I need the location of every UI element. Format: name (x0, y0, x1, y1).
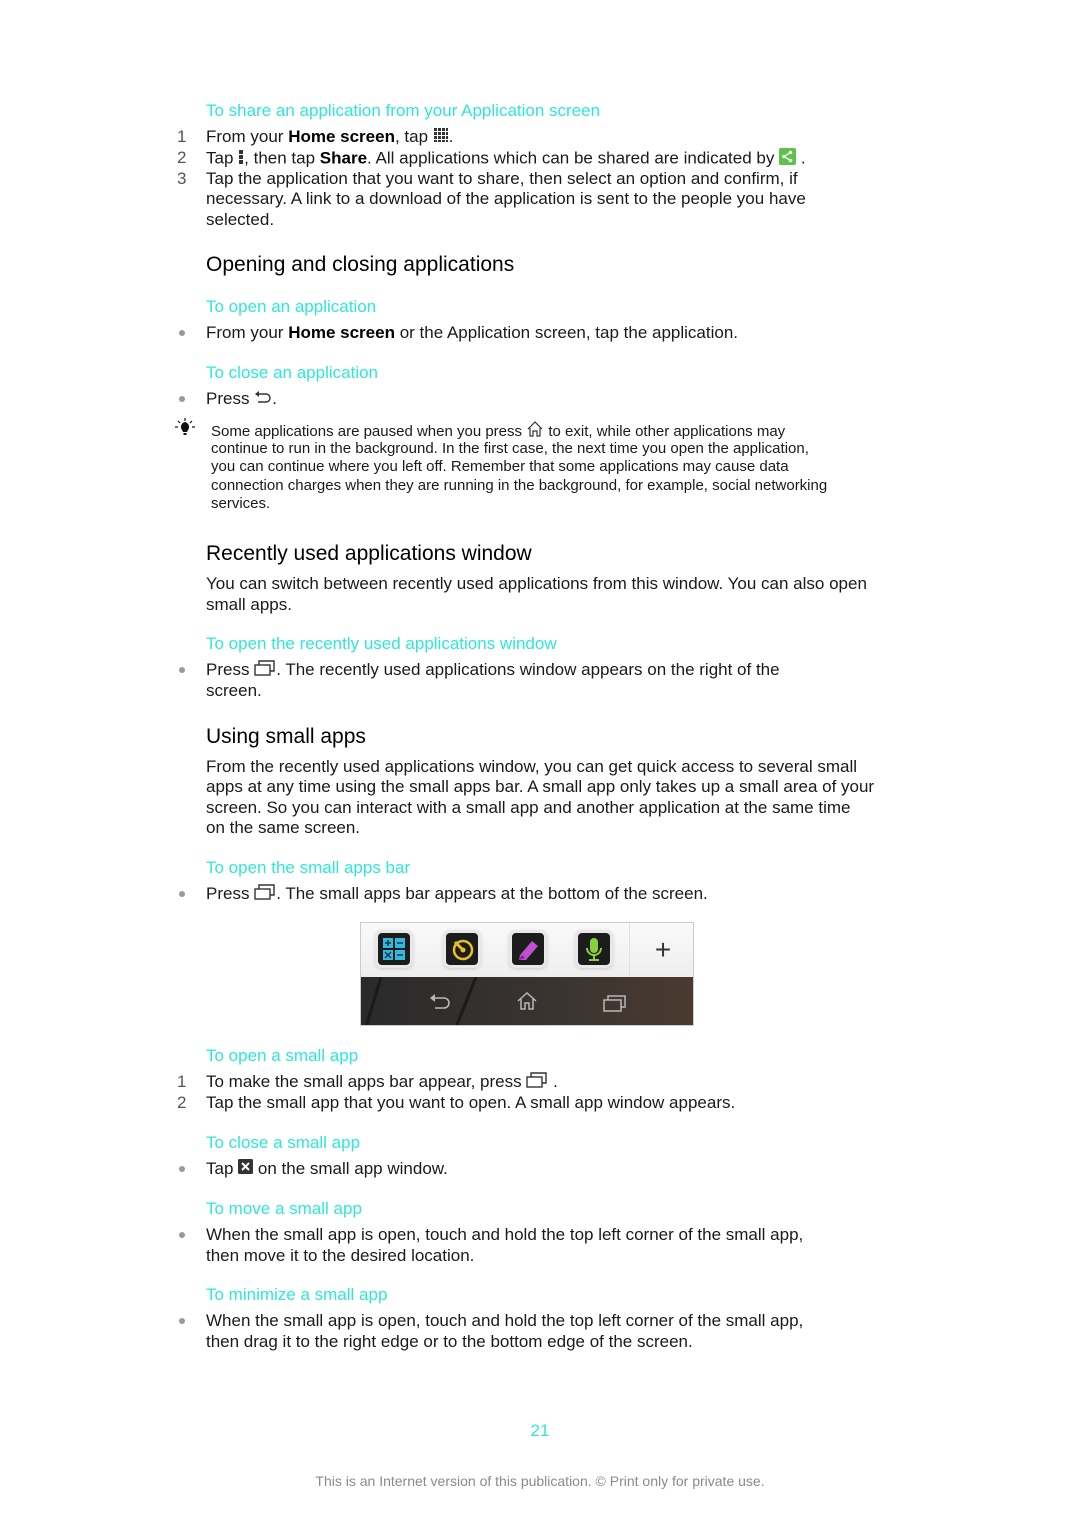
small-apps-bar-screenshot: + (360, 922, 694, 1026)
step-text: To make the small apps bar appear, press… (206, 1072, 558, 1094)
bullet (179, 667, 185, 673)
bullet-text: When the small app is open, touch and ho… (206, 1225, 804, 1244)
step-text: Tap , then tap Share. All applications w… (206, 148, 806, 171)
step-number: 2 (177, 1093, 187, 1112)
heading-small-apps: Using small apps (206, 725, 366, 748)
tip-text: services. (211, 495, 271, 512)
footer-notice: This is an Internet version of this publ… (315, 1473, 765, 1489)
tip-text-pre: Some applications are paused when you pr… (211, 422, 523, 440)
tip-text: you can continue where you left off. Rem… (211, 458, 789, 475)
subheading-minimize-small-app: To minimize a small app (206, 1285, 388, 1304)
home-icon[interactable] (516, 991, 538, 1016)
tip-text: connection charges when they are running… (211, 477, 828, 494)
bullet-text: Tap on the small app window. (206, 1159, 448, 1180)
bullet (179, 330, 185, 336)
text-post: . The small apps bar appears at the bott… (276, 884, 708, 904)
subheading-close-small-app: To close a small app (206, 1133, 361, 1152)
bullet (179, 891, 185, 897)
recent-apps-icon[interactable] (603, 994, 627, 1017)
subheading-open-recent: To open the recently used applications w… (206, 634, 557, 653)
bullet (179, 396, 185, 402)
step-number: 1 (177, 127, 187, 146)
heading-opening-closing: Opening and closing applications (206, 253, 515, 276)
period: . (272, 389, 277, 408)
paragraph: You can switch between recently used app… (206, 574, 867, 593)
step-text: Tap the small app that you want to open.… (206, 1093, 736, 1112)
subheading-open-app: To open an application (206, 297, 377, 316)
close-icon (238, 1159, 254, 1180)
text-post: or the Application screen, tap the appli… (394, 323, 739, 342)
bold-term: Share (319, 148, 368, 168)
recent-apps-icon (526, 1072, 548, 1094)
step-number: 3 (177, 169, 187, 188)
text-post: on the small app window. (257, 1159, 448, 1178)
page-number: 21 (530, 1421, 550, 1440)
tip-text-post: to exit, while other applications may (548, 422, 786, 440)
paragraph: small apps. (206, 595, 292, 614)
subheading-close-app: To close an application (206, 363, 379, 382)
step-text: Tap the application that you want to sha… (206, 169, 798, 188)
voice-recorder-app-icon[interactable] (578, 933, 610, 965)
step-text-mid: , then tap (244, 148, 320, 168)
step-text-post: . All applications which can be shared a… (367, 148, 775, 168)
bullet (179, 1318, 185, 1324)
apps-grid-icon (433, 127, 449, 149)
bullet (179, 1232, 185, 1238)
subheading-open-small-app: To open a small app (206, 1046, 359, 1065)
text-pre: Press (206, 884, 250, 904)
step-text: selected. (206, 210, 275, 229)
add-small-app-button[interactable]: + (643, 933, 683, 967)
paragraph: From the recently used applications wind… (206, 757, 858, 776)
bold-term: Home screen (288, 127, 395, 147)
text-pre: Press (206, 389, 250, 408)
text-pre: Tap (206, 1159, 234, 1178)
heading-recent-apps: Recently used applications window (206, 542, 532, 565)
divider (629, 923, 630, 977)
period: . (800, 148, 806, 168)
subheading-move-small-app: To move a small app (206, 1199, 362, 1218)
back-icon[interactable] (429, 993, 451, 1016)
bullet-text: Press . The small apps bar appears at th… (206, 884, 708, 906)
recent-apps-icon (254, 660, 276, 682)
period: . (548, 1072, 558, 1092)
timer-app-icon[interactable] (446, 933, 478, 965)
step-text: From your Home screen, tap . (206, 127, 454, 149)
back-icon (254, 389, 272, 410)
bold-term: Home screen (288, 323, 395, 342)
bullet-text: then move it to the desired location. (206, 1246, 475, 1265)
bullet (179, 1166, 185, 1172)
period: . (448, 127, 454, 147)
text-post: . The recently used applications window … (276, 660, 780, 680)
step-text-pre: From your (206, 127, 289, 147)
step-number: 2 (177, 148, 187, 167)
tip-text: continue to run in the background. In th… (211, 440, 809, 457)
navigation-bar (361, 977, 693, 1025)
bullet-text: From your Home screen or the Application… (206, 323, 738, 344)
text-pre: To make the small apps bar appear, press (206, 1072, 522, 1092)
paragraph: screen. So you can interact with a small… (206, 798, 851, 817)
bullet-text: then drag it to the right edge or to the… (206, 1332, 693, 1351)
bullet-text: When the small app is open, touch and ho… (206, 1311, 804, 1330)
step-text: necessary. A link to a download of the a… (206, 189, 806, 208)
subheading-open-small-apps-bar: To open the small apps bar (206, 858, 411, 877)
step-text-pre: Tap (206, 148, 234, 168)
subheading-share-app: To share an application from your Applic… (206, 101, 601, 120)
notes-app-icon[interactable] (512, 933, 544, 965)
calculator-app-icon[interactable] (378, 933, 410, 965)
small-apps-bar: + (361, 923, 693, 978)
recent-apps-icon (254, 884, 276, 906)
step-number: 1 (177, 1072, 187, 1091)
paragraph: on the same screen. (206, 818, 361, 837)
lightbulb-tip-icon (175, 418, 195, 441)
step-text-post: , tap (394, 127, 429, 147)
bullet-text: Press . (206, 389, 277, 410)
text-pre: From your (206, 323, 289, 342)
paragraph: apps at any time using the small apps ba… (206, 777, 875, 796)
share-icon (779, 148, 797, 171)
text-pre: Press (206, 660, 250, 680)
bullet-text: screen. (206, 681, 262, 700)
bullet-text: Press . The recently used applications w… (206, 660, 780, 682)
